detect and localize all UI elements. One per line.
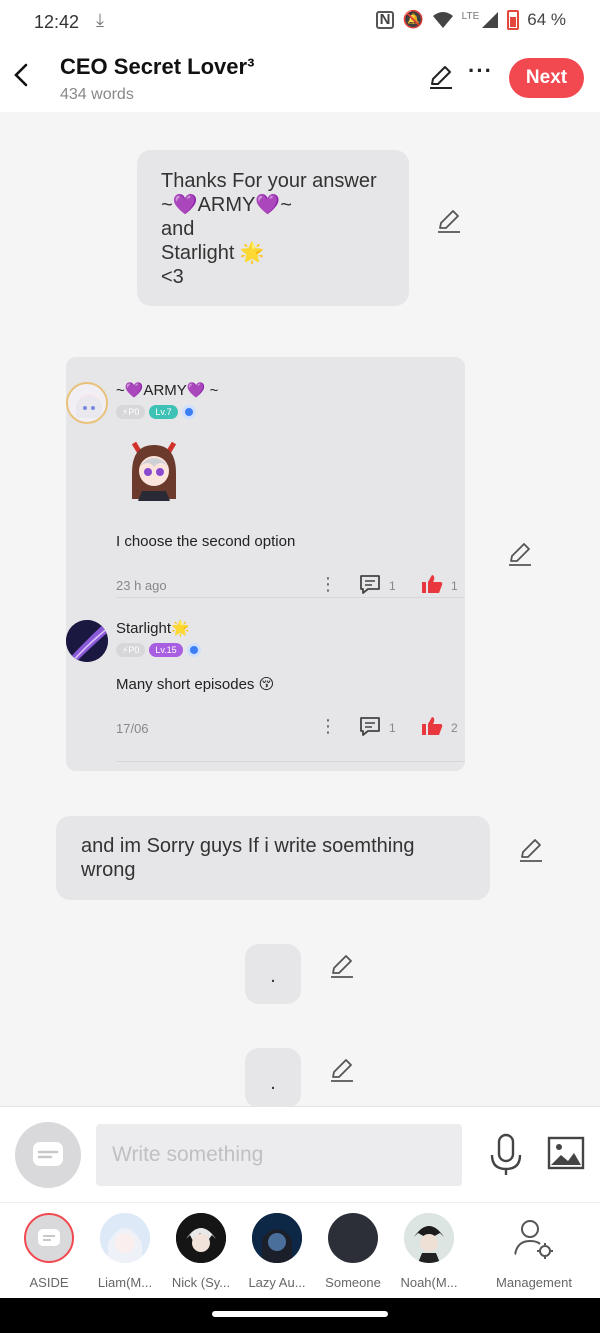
character-label: Noah(M... bbox=[400, 1275, 458, 1290]
narration-bubble[interactable]: Thanks For your answer ~💜ARMY💜~ and Star… bbox=[137, 150, 409, 306]
character-aside[interactable]: ASIDE bbox=[11, 1213, 87, 1290]
signal-icon bbox=[482, 12, 499, 28]
back-button[interactable] bbox=[10, 60, 38, 92]
devil-sticker-image bbox=[126, 433, 182, 503]
character-item[interactable]: Lazy Au... bbox=[239, 1213, 315, 1290]
narration-bubble[interactable]: . bbox=[245, 1048, 301, 1108]
avatar bbox=[24, 1213, 74, 1263]
bubble-line: <3 bbox=[161, 266, 184, 288]
character-label: Liam(M... bbox=[97, 1275, 153, 1290]
edit-pencil-icon[interactable] bbox=[428, 64, 454, 90]
thumbs-up-icon[interactable] bbox=[421, 716, 443, 736]
character-item[interactable]: Someone bbox=[315, 1213, 391, 1290]
page-title: CEO Secret Lover³ bbox=[60, 54, 255, 79]
level-badge: Lv.7 bbox=[149, 405, 178, 419]
avatar bbox=[100, 1213, 150, 1263]
battery-icon bbox=[507, 10, 520, 30]
edit-pencil-icon[interactable] bbox=[436, 208, 462, 234]
clock: 12:42 bbox=[34, 12, 80, 32]
verified-icon bbox=[181, 405, 196, 419]
reply-icon[interactable] bbox=[359, 574, 381, 594]
character-label: Someone bbox=[325, 1275, 381, 1290]
bubble-line: and bbox=[161, 218, 195, 240]
comment-text: Many short episodes 😚 bbox=[116, 676, 275, 693]
wifi-icon bbox=[432, 12, 453, 28]
microphone-icon[interactable] bbox=[486, 1133, 526, 1177]
comments-screenshot-card[interactable]: ~💜ARMY💜 ~ ⚡P0 Lv.7 I choose the second o… bbox=[66, 357, 465, 771]
aside-icon bbox=[33, 1142, 63, 1166]
message-input[interactable] bbox=[96, 1124, 462, 1186]
nfc-icon: N bbox=[375, 11, 395, 29]
comment-divider bbox=[116, 597, 465, 598]
reply-count: 1 bbox=[389, 721, 396, 735]
edit-pencil-icon[interactable] bbox=[329, 1057, 355, 1083]
thumbs-up-icon[interactable] bbox=[421, 574, 443, 594]
edit-pencil-icon[interactable] bbox=[507, 541, 533, 567]
narration-bubble[interactable]: . bbox=[245, 944, 301, 1004]
comment-time: 17/06 bbox=[116, 721, 149, 736]
edit-pencil-icon[interactable] bbox=[518, 837, 544, 863]
avatar bbox=[328, 1213, 378, 1263]
more-options-button[interactable]: ··· bbox=[468, 58, 493, 84]
character-label: Lazy Au... bbox=[248, 1275, 306, 1290]
mute-icon: 🔕 bbox=[402, 10, 424, 29]
comment-divider bbox=[116, 761, 465, 762]
avatar bbox=[252, 1213, 302, 1263]
bubble-line: Thanks For your answer bbox=[161, 170, 377, 192]
like-count: 2 bbox=[451, 721, 458, 735]
comment-username[interactable]: ~💜ARMY💜 ~ bbox=[116, 381, 218, 399]
edit-pencil-icon[interactable] bbox=[329, 953, 355, 979]
user-badges: ⚡P0 Lv.7 bbox=[116, 405, 196, 419]
comment-more-icon[interactable]: ⋮ bbox=[319, 575, 337, 593]
comment-text: I choose the second option bbox=[116, 533, 296, 550]
home-gesture-handle[interactable] bbox=[212, 1311, 388, 1317]
word-count: 434 words bbox=[60, 86, 134, 103]
next-button[interactable]: Next bbox=[509, 58, 584, 98]
lte-label: LTE bbox=[461, 10, 480, 22]
p-badge: ⚡P0 bbox=[116, 643, 146, 657]
compose-bar bbox=[0, 1106, 600, 1202]
comment-username[interactable]: Starlight🌟 bbox=[116, 619, 190, 637]
bubble-line: Starlight 🌟 bbox=[161, 242, 265, 264]
battery-percent: 64 % bbox=[527, 10, 566, 29]
avatar bbox=[66, 620, 108, 662]
character-label: Management bbox=[496, 1275, 572, 1290]
character-item[interactable]: Nick (Sy... bbox=[163, 1213, 239, 1290]
status-bar: 12:42 ⤓ N 🔕 LTE 64 % bbox=[0, 0, 600, 46]
status-icons: N 🔕 LTE 64 % bbox=[375, 10, 566, 30]
comment-time: 23 h ago bbox=[116, 578, 167, 593]
reply-count: 1 bbox=[389, 579, 396, 593]
avatar bbox=[404, 1213, 454, 1263]
avatar bbox=[176, 1213, 226, 1263]
character-bar: ASIDE Liam(M... Nick (Sy... Lazy Au... S… bbox=[0, 1202, 600, 1298]
verified-icon bbox=[186, 643, 201, 657]
image-icon[interactable] bbox=[546, 1135, 586, 1171]
like-count: 1 bbox=[451, 579, 458, 593]
management-button[interactable]: Management bbox=[496, 1213, 572, 1290]
p-badge: ⚡P0 bbox=[116, 405, 146, 419]
story-header: CEO Secret Lover³ 434 words ··· Next bbox=[0, 46, 600, 112]
chevron-left-icon bbox=[14, 63, 28, 87]
bubble-line: ~💜ARMY💜~ bbox=[161, 194, 292, 216]
character-item[interactable]: Liam(M... bbox=[87, 1213, 163, 1290]
level-badge: Lv.15 bbox=[149, 643, 183, 657]
download-icon: ⤓ bbox=[96, 10, 104, 30]
character-label: Nick (Sy... bbox=[171, 1275, 231, 1290]
management-icon bbox=[509, 1213, 559, 1263]
comment-more-icon[interactable]: ⋮ bbox=[319, 717, 337, 735]
character-item[interactable]: Noah(M... bbox=[391, 1213, 467, 1290]
avatar bbox=[66, 382, 108, 424]
character-label: ASIDE bbox=[29, 1275, 69, 1290]
aside-toggle-button[interactable] bbox=[15, 1122, 81, 1188]
user-badges: ⚡P0 Lv.15 bbox=[116, 643, 201, 657]
reply-icon[interactable] bbox=[359, 716, 381, 736]
system-nav-bar bbox=[0, 1298, 600, 1333]
narration-bubble[interactable]: and im Sorry guys If i write soemthing w… bbox=[56, 816, 490, 900]
